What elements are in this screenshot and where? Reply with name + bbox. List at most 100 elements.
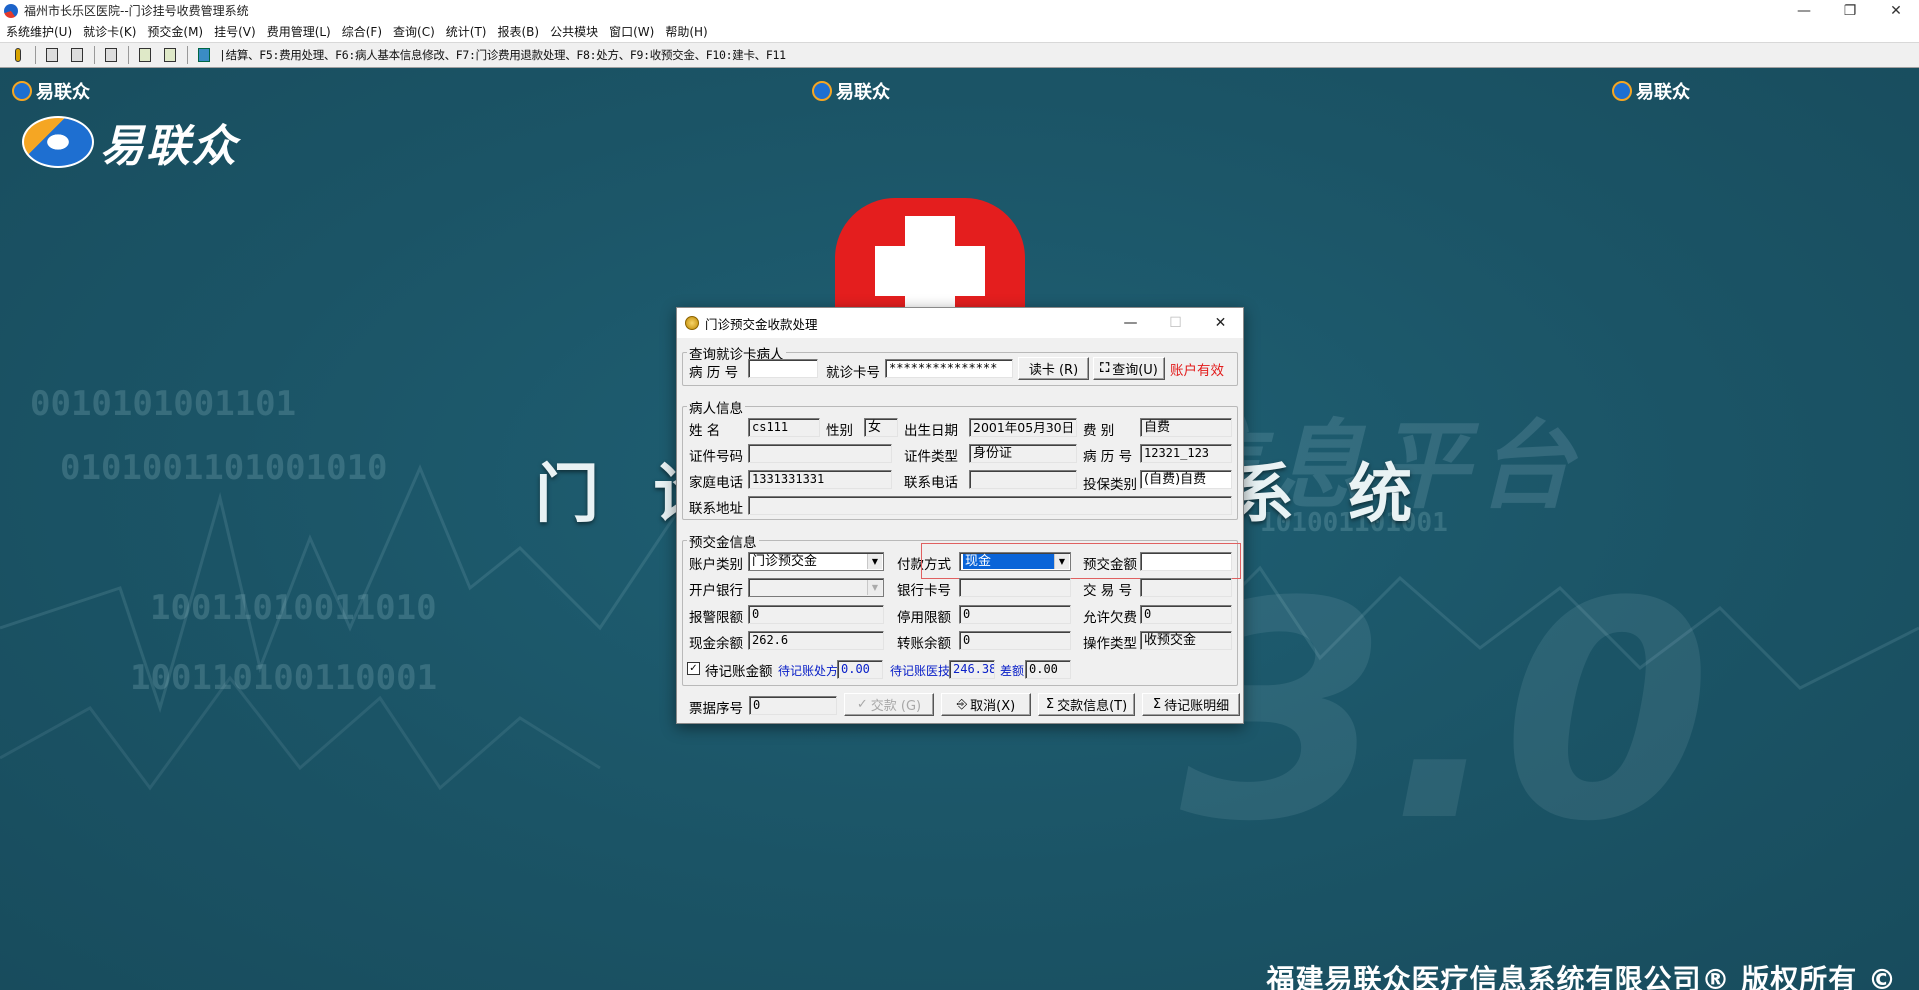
dialog-titlebar: 门诊预交金收款处理 — ☐ ✕ xyxy=(677,308,1243,338)
pending-ins-label: 待记账医技 xyxy=(890,664,951,678)
trade-no-field xyxy=(1140,578,1232,597)
receipt-field: 0 xyxy=(749,696,837,715)
home-phone-label: 家庭电话 xyxy=(689,475,743,491)
patient-record-no-label: 病 历 号 xyxy=(1083,449,1133,465)
toolbar: |结算、F5:费用处理、F6:病人基本信息修改、F7:门诊费用退款处理、F8:处… xyxy=(0,42,1919,68)
dialog-minimize-button[interactable]: — xyxy=(1108,308,1153,338)
op-type-field: 收预交金 xyxy=(1140,631,1232,650)
highlight-frame xyxy=(921,543,1241,579)
pay-button: ✓ 交款 (G) xyxy=(844,693,934,716)
menu-query[interactable]: 查询(C) xyxy=(389,23,442,40)
background-binary: 0101001101001010 xyxy=(60,448,388,488)
insurance-label: 投保类别 xyxy=(1083,477,1137,493)
search-button[interactable]: ⛶ 查询(U) xyxy=(1093,357,1165,380)
pending-rx-label: 待记账处方 xyxy=(778,664,839,678)
menu-system[interactable]: 系统维护(U) xyxy=(2,23,79,40)
window-titlebar: 福州市长乐区医院--门诊挂号收费管理系统 — ❐ ✕ xyxy=(0,0,1919,21)
fee-type-field: 自费 xyxy=(1140,418,1232,437)
transfer-balance-label: 转账余额 xyxy=(897,636,951,652)
user-card-icon[interactable] xyxy=(67,45,87,65)
table-icon[interactable] xyxy=(160,45,180,65)
bank-card-field xyxy=(959,578,1071,597)
menu-bar: 系统维护(U) 就诊卡(K) 预交金(M) 挂号(V) 费用管理(L) 综合(F… xyxy=(0,21,1919,42)
prepay-group-legend: 预交金信息 xyxy=(687,531,759,551)
fee-type-label: 费 别 xyxy=(1083,423,1115,439)
logo-icon xyxy=(812,81,832,101)
restore-button[interactable]: ❐ xyxy=(1827,0,1873,21)
pending-detail-button[interactable]: Σ 待记账明细 xyxy=(1142,693,1240,716)
exit-door-icon: ⎆ xyxy=(956,697,968,712)
app-icon xyxy=(4,3,18,18)
binoculars-icon: ⛶ xyxy=(1100,361,1110,376)
coin-icon xyxy=(685,316,699,330)
brand-name: 易联众 xyxy=(100,121,238,172)
exit-icon[interactable] xyxy=(194,45,214,65)
menu-general[interactable]: 综合(F) xyxy=(338,23,389,40)
key-icon[interactable] xyxy=(8,45,28,65)
record-no-input[interactable] xyxy=(748,359,818,378)
read-card-button[interactable]: 读卡 (R) xyxy=(1018,357,1089,380)
account-type-select[interactable]: 门诊预交金 ▼ xyxy=(748,552,884,571)
toolbar-separator xyxy=(128,46,129,64)
menu-register[interactable]: 挂号(V) xyxy=(210,23,263,40)
menu-window[interactable]: 窗口(W) xyxy=(605,23,661,40)
cash-balance-label: 现金余额 xyxy=(689,636,743,652)
pay-info-button[interactable]: Σ 交款信息(T) xyxy=(1038,693,1135,716)
address-label: 联系地址 xyxy=(689,501,743,517)
prepay-dialog: 门诊预交金收款处理 — ☐ ✕ 查询就诊卡病人 病 历 号 就诊卡号 *****… xyxy=(676,307,1244,724)
menu-fee[interactable]: 费用管理(L) xyxy=(263,23,338,40)
pending-rx-field: 0.00 xyxy=(837,660,883,679)
pending-checkbox-label: 待记账金额 xyxy=(705,664,773,680)
background-binary: 0010101001101 xyxy=(30,384,297,424)
card-no-input[interactable]: *************** xyxy=(885,359,1013,378)
patient-record-no-field: 12321_123 xyxy=(1140,444,1232,463)
account-type-label: 账户类别 xyxy=(689,557,743,573)
patient-info-group: 病人信息 姓 名 cs111 性别 女 出生日期 2001年05月30日 费 别… xyxy=(682,397,1238,520)
menu-common[interactable]: 公共模块 xyxy=(546,23,605,40)
contact-phone-label: 联系电话 xyxy=(904,475,958,491)
diff-label: 差额 xyxy=(1000,664,1025,678)
menu-report[interactable]: 报表(B) xyxy=(493,23,546,40)
menu-stats[interactable]: 统计(T) xyxy=(442,23,494,40)
dialog-maximize-button: ☐ xyxy=(1169,315,1182,331)
menu-card[interactable]: 就诊卡(K) xyxy=(79,23,143,40)
patient-group-legend: 病人信息 xyxy=(687,397,745,417)
dialog-title: 门诊预交金收款处理 xyxy=(705,316,818,332)
menu-prepay[interactable]: 预交金(M) xyxy=(143,23,210,40)
sigma-icon: Σ xyxy=(1045,697,1055,712)
cancel-button[interactable]: ⎆ 取消(X) xyxy=(941,693,1031,716)
account-status: 账户有效 xyxy=(1170,363,1224,379)
alarm-limit-field: 0 xyxy=(748,605,884,624)
sex-label: 性别 xyxy=(826,423,853,439)
book-icon[interactable] xyxy=(101,45,121,65)
alarm-limit-label: 报警限额 xyxy=(689,610,743,626)
login-icon[interactable] xyxy=(42,45,62,65)
allow-debt-field: 0 xyxy=(1140,605,1232,624)
menu-help[interactable]: 帮助(H) xyxy=(661,23,714,40)
diff-field: 0.00 xyxy=(1025,660,1071,679)
minimize-button[interactable]: — xyxy=(1781,0,1827,21)
close-button[interactable]: ✕ xyxy=(1873,0,1919,21)
hotkey-hints: |结算、F5:费用处理、F6:病人基本信息修改、F7:门诊费用退款处理、F8:处… xyxy=(219,48,786,62)
background-binary: 100110100110001 xyxy=(130,658,438,698)
calculator-icon[interactable] xyxy=(135,45,155,65)
pending-checkbox[interactable]: ✓ xyxy=(687,662,700,675)
toolbar-separator xyxy=(35,46,36,64)
contact-phone-field xyxy=(969,470,1077,489)
stop-limit-label: 停用限额 xyxy=(897,610,951,626)
background-binary: 10011010011010 xyxy=(150,588,437,628)
id-no-field xyxy=(748,444,892,463)
toolbar-separator xyxy=(94,46,95,64)
dialog-close-button[interactable]: ✕ xyxy=(1198,308,1243,338)
receipt-label: 票据序号 xyxy=(689,701,743,717)
id-type-field: 身份证 xyxy=(969,444,1077,463)
insurance-field: (自费)自费 xyxy=(1140,470,1232,489)
card-no-label: 就诊卡号 xyxy=(826,365,880,381)
name-field: cs111 xyxy=(748,418,820,437)
birth-label: 出生日期 xyxy=(904,423,958,439)
sex-field: 女 xyxy=(864,418,898,437)
mini-brand-logo: 易联众 xyxy=(12,78,90,104)
query-group: 查询就诊卡病人 病 历 号 就诊卡号 *************** 读卡 (R… xyxy=(682,343,1238,386)
transfer-balance-field: 0 xyxy=(959,631,1071,650)
window-controls: — ❐ ✕ xyxy=(1781,0,1919,21)
